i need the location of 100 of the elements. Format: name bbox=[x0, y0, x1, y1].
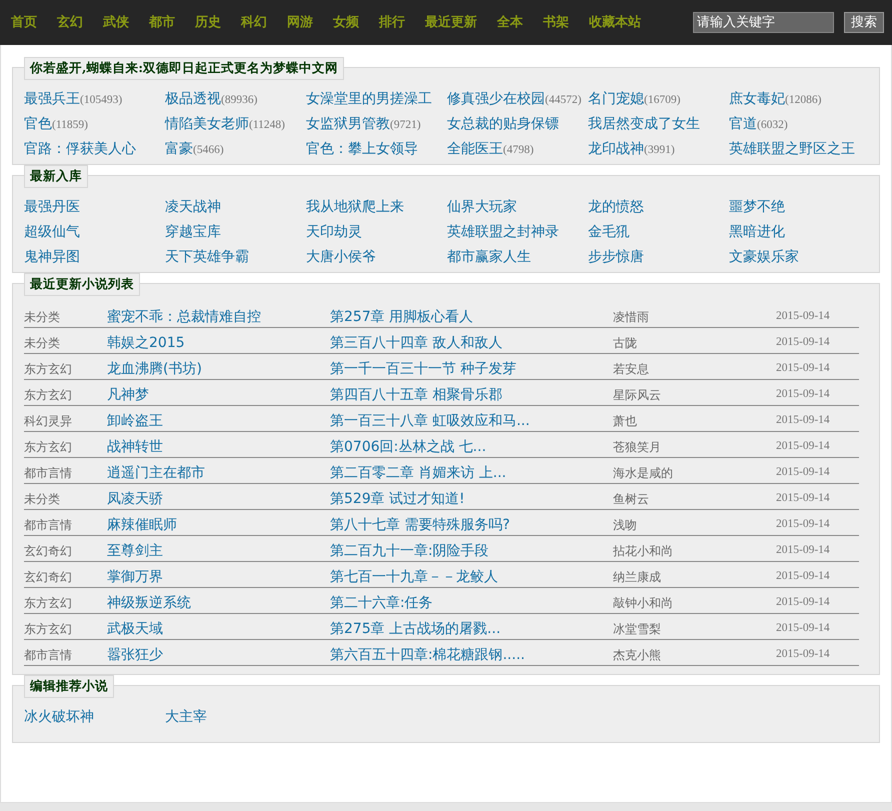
category-cell-text: 东方玄幻 bbox=[24, 621, 73, 638]
search-button[interactable]: 搜索 bbox=[844, 12, 884, 33]
chapter-link[interactable]: 第一百三十八章 虹吸效应和马... bbox=[330, 410, 613, 432]
nav-link[interactable]: 全本 bbox=[497, 12, 523, 32]
book-link[interactable]: 神级叛逆系统 bbox=[107, 592, 330, 614]
book-link[interactable]: 大主宰 bbox=[165, 706, 207, 728]
book-link[interactable]: 文豪娱乐家 bbox=[729, 246, 799, 268]
chapter-link[interactable]: 第二百零二章 肖媚来访 上... bbox=[330, 462, 613, 484]
book-link[interactable]: 嚣张狂少 bbox=[107, 644, 330, 666]
book-link[interactable]: 至尊剑主 bbox=[107, 540, 330, 562]
book-link[interactable]: 金毛犼 bbox=[588, 221, 630, 243]
book-link[interactable]: 穿越宝库 bbox=[165, 221, 221, 243]
nav-link[interactable]: 玄幻 bbox=[57, 12, 83, 32]
book-link[interactable]: 最强丹医 bbox=[24, 196, 80, 218]
date-cell-text: 2015-09-14 bbox=[776, 595, 831, 610]
book-link[interactable]: 官路：俘获美人心 bbox=[24, 138, 136, 160]
chapter-link[interactable]: 第0706回:丛林之战 七... bbox=[330, 436, 613, 458]
book-link[interactable]: 蜜宠不乖：总裁情难自控 bbox=[107, 306, 330, 328]
book-link[interactable]: 大唐小侯爷 bbox=[306, 246, 376, 268]
nav-link[interactable]: 都市 bbox=[149, 12, 175, 32]
book-link[interactable]: 龙的愤怒 bbox=[588, 196, 644, 218]
book-link[interactable]: 卸岭盗王 bbox=[107, 410, 330, 432]
book-link[interactable]: 冰火破坏神 bbox=[24, 706, 94, 728]
book-link[interactable]: 凤凌天骄 bbox=[107, 488, 330, 510]
category-cell-text: 未分类 bbox=[24, 335, 61, 352]
book-link[interactable]: 龙血沸腾(书坊) bbox=[107, 358, 330, 380]
book-link[interactable]: 官道 bbox=[729, 113, 757, 135]
book-link[interactable]: 天印劫灵 bbox=[306, 221, 362, 243]
book-link[interactable]: 庶女毒妃 bbox=[729, 88, 785, 110]
category-cell-text: 玄幻奇幻 bbox=[24, 543, 73, 560]
book-link[interactable]: 我居然变成了女生 bbox=[588, 113, 700, 135]
book-link[interactable]: 战神转世 bbox=[107, 436, 330, 458]
book-link[interactable]: 我从地狱爬上来 bbox=[306, 196, 404, 218]
chapter-link[interactable]: 第八十七章 需要特殊服务吗? bbox=[330, 514, 613, 536]
chapter-link[interactable]: 第275章 上古战场的屠戮... bbox=[330, 618, 613, 640]
chapter-link[interactable]: 第257章 用脚板心看人 bbox=[330, 306, 613, 328]
click-count: (105493) bbox=[80, 93, 122, 108]
chapter-link[interactable]: 第七百一十九章－－龙鲛人 bbox=[330, 566, 613, 588]
search-field[interactable]: 请输入关键字 bbox=[693, 12, 834, 33]
book-link[interactable]: 官色：攀上女领导 bbox=[306, 138, 418, 160]
book-link[interactable]: 天下英雄争霸 bbox=[165, 246, 249, 268]
click-count: (9721) bbox=[390, 118, 421, 133]
book-link[interactable]: 黑暗进化 bbox=[729, 221, 785, 243]
author-cell-text: 杰克小熊 bbox=[613, 647, 662, 664]
book-link[interactable]: 女总裁的贴身保镖 bbox=[447, 113, 559, 135]
book-link[interactable]: 凡神梦 bbox=[107, 384, 330, 406]
book-link[interactable]: 麻辣催眠师 bbox=[107, 514, 330, 536]
chapter-link[interactable]: 第二十六章:任务 bbox=[330, 592, 613, 614]
book-link[interactable]: 鬼神异图 bbox=[24, 246, 80, 268]
book-link[interactable]: 武极天域 bbox=[107, 618, 330, 640]
section-title: 你若盛开,蝴蝶自来:双德即日起正式更名为梦蝶中文网 bbox=[24, 57, 344, 80]
category-cell-text: 未分类 bbox=[24, 491, 61, 508]
nav-link[interactable]: 女频 bbox=[333, 12, 359, 32]
book-link[interactable]: 名门宠媳 bbox=[588, 88, 644, 110]
book-link[interactable]: 官色 bbox=[24, 113, 52, 135]
book-link[interactable]: 情陷美女老师 bbox=[165, 113, 249, 135]
category-cell-text: 都市言情 bbox=[24, 647, 73, 664]
nav-link[interactable]: 首页 bbox=[11, 12, 37, 32]
nav-link[interactable]: 历史 bbox=[195, 12, 221, 32]
nav-link[interactable]: 排行 bbox=[379, 12, 405, 32]
author-cell-text: 凌惜雨 bbox=[613, 309, 650, 326]
author-cell-text: 纳兰康成 bbox=[613, 569, 662, 586]
book-link[interactable]: 女监狱男管教 bbox=[306, 113, 390, 135]
chapter-link[interactable]: 第一千一百三十一节 种子发芽 bbox=[330, 358, 613, 380]
chapter-link[interactable]: 第三百八十四章 敌人和敌人 bbox=[330, 332, 613, 354]
book-link[interactable]: 英雄联盟之封神录 bbox=[447, 221, 559, 243]
book-link[interactable]: 超级仙气 bbox=[24, 221, 80, 243]
book-link[interactable]: 最强兵王 bbox=[24, 88, 80, 110]
book-link[interactable]: 掌御万界 bbox=[107, 566, 330, 588]
chapter-link[interactable]: 第四百八十五章 相聚骨乐郡 bbox=[330, 384, 613, 406]
book-link[interactable]: 英雄联盟之野区之王 bbox=[729, 138, 855, 160]
nav-link[interactable]: 最近更新 bbox=[425, 12, 477, 32]
book-link[interactable]: 都市赢家人生 bbox=[447, 246, 531, 268]
nav-link[interactable]: 书架 bbox=[543, 12, 569, 32]
book-link[interactable]: 噩梦不绝 bbox=[729, 196, 785, 218]
book-link[interactable]: 步步惊唐 bbox=[588, 246, 644, 268]
click-count: (3991) bbox=[644, 143, 675, 158]
book-link[interactable]: 女澡堂里的男搓澡工 bbox=[306, 88, 432, 110]
nav-link[interactable]: 收藏本站 bbox=[589, 12, 641, 32]
author-cell-text: 鱼树云 bbox=[613, 491, 650, 508]
nav-link[interactable]: 网游 bbox=[287, 12, 313, 32]
book-link[interactable]: 修真强少在校园 bbox=[447, 88, 545, 110]
book-link[interactable]: 韩娱之2015 bbox=[107, 332, 330, 354]
click-count: (6032) bbox=[757, 118, 788, 133]
book-link[interactable]: 极品透视 bbox=[165, 88, 221, 110]
book-link[interactable]: 逍遥门主在都市 bbox=[107, 462, 330, 484]
category-cell-text: 东方玄幻 bbox=[24, 595, 73, 612]
book-link[interactable]: 富豪 bbox=[165, 138, 193, 160]
nav-link[interactable]: 武侠 bbox=[103, 12, 129, 32]
nav-link[interactable]: 科幻 bbox=[241, 12, 267, 32]
chapter-link[interactable]: 第六百五十四章:棉花糖跟钢..... bbox=[330, 644, 613, 666]
book-link[interactable]: 全能医王 bbox=[447, 138, 503, 160]
chapter-link[interactable]: 第529章 试过才知道! bbox=[330, 488, 613, 510]
date-cell-text: 2015-09-14 bbox=[776, 439, 831, 454]
book-link[interactable]: 凌天战神 bbox=[165, 196, 221, 218]
chapter-link[interactable]: 第二百九十一章:阴险手段 bbox=[330, 540, 613, 562]
date-cell-text: 2015-09-14 bbox=[776, 465, 831, 480]
book-link[interactable]: 龙印战神 bbox=[588, 138, 644, 160]
section-title: 最新入库 bbox=[24, 165, 88, 188]
book-link[interactable]: 仙界大玩家 bbox=[447, 196, 517, 218]
